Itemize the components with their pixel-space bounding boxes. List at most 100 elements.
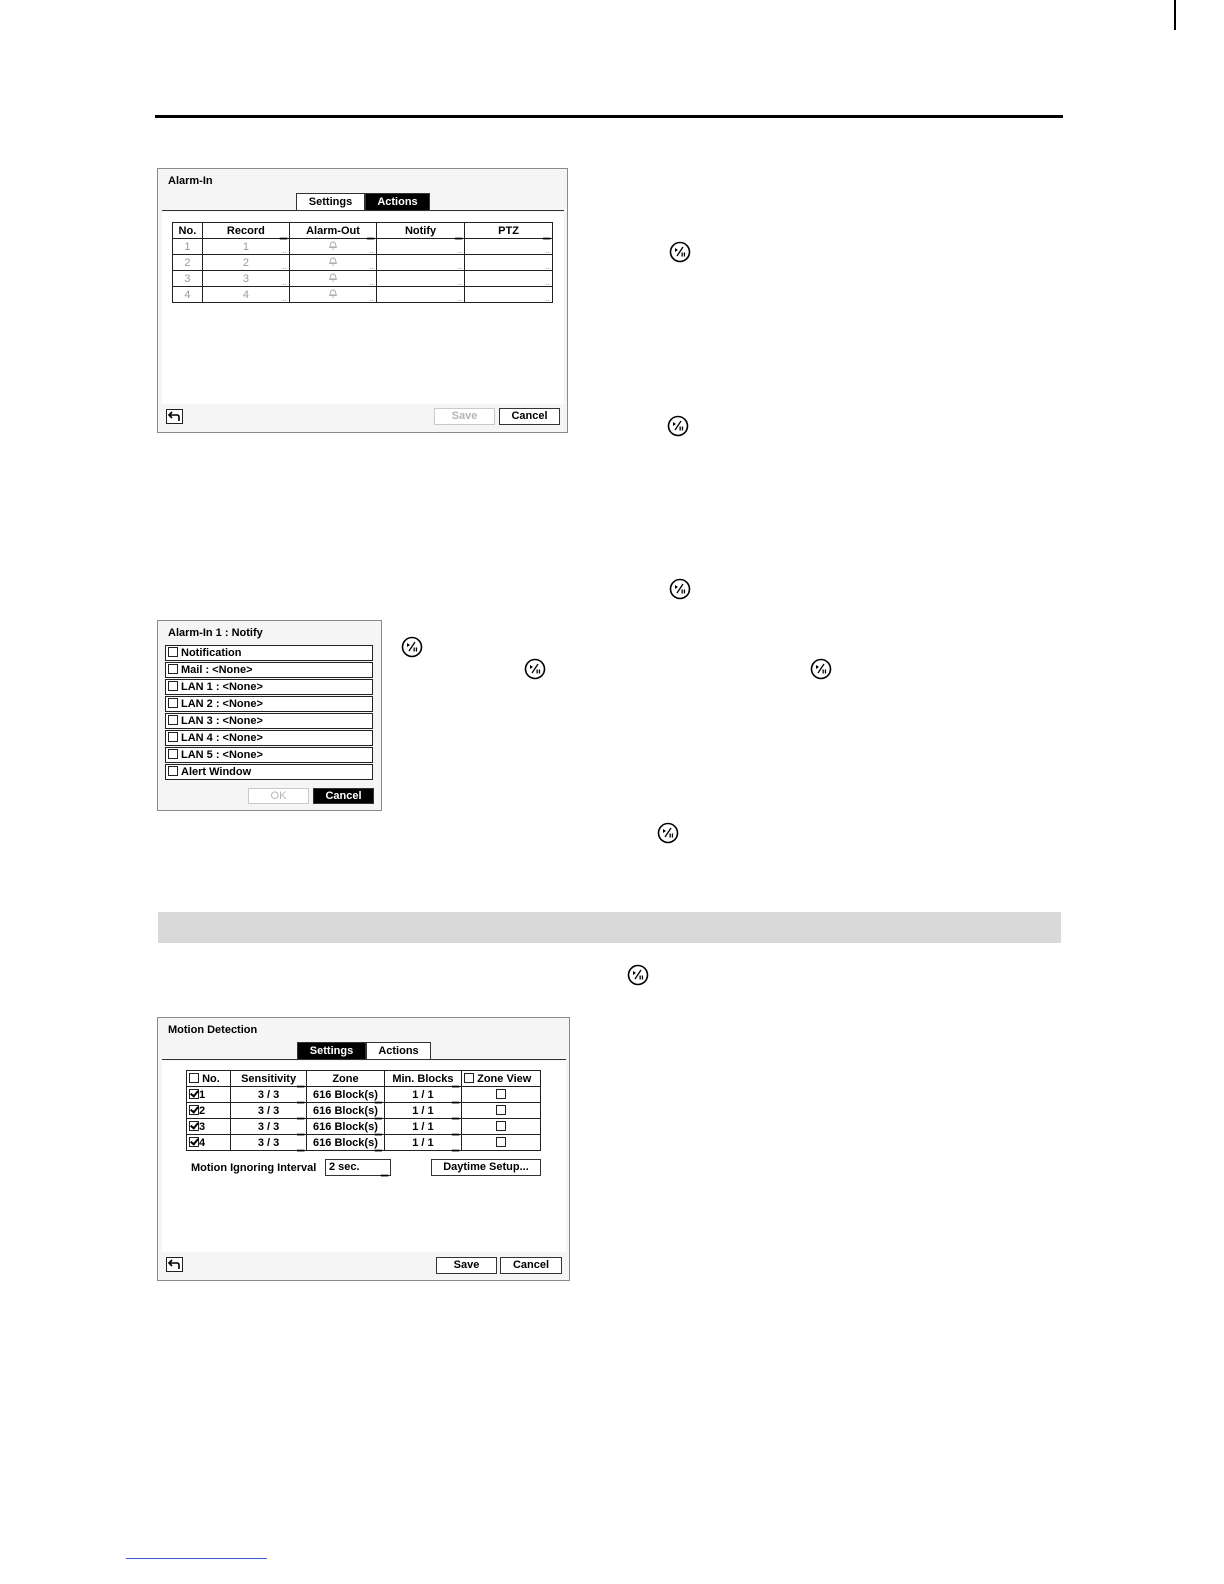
- row-number[interactable]: 4: [185, 1134, 232, 1151]
- tab-actions[interactable]: Actions: [365, 193, 430, 211]
- row-number: 2: [172, 254, 203, 271]
- column-header-min-blocks[interactable]: Min. Blocks ▁: [383, 1070, 463, 1087]
- daytime-setup-button[interactable]: Daytime Setup...: [431, 1159, 541, 1176]
- column-header-alarm-out[interactable]: Alarm-Out ▁: [288, 222, 378, 239]
- record-cell[interactable]: 1..: [201, 238, 290, 255]
- column-header-no[interactable]: No.: [185, 1070, 232, 1087]
- checkbox[interactable]: [189, 1088, 199, 1099]
- cancel-button[interactable]: Cancel: [313, 788, 374, 804]
- checkbox[interactable]: [168, 749, 178, 759]
- zone-cell[interactable]: 616 Block(s) ▁: [306, 1118, 385, 1135]
- zone-view-all-checkbox[interactable]: [464, 1072, 475, 1083]
- back-button[interactable]: [166, 1257, 183, 1272]
- table-row: 3 3.. .. .. ..: [172, 270, 553, 287]
- checkbox[interactable]: [168, 647, 178, 657]
- checkbox[interactable]: [496, 1104, 507, 1115]
- select-all-checkbox[interactable]: [189, 1072, 199, 1083]
- alert-window-option[interactable]: Alert Window: [165, 764, 373, 780]
- lan2-option[interactable]: LAN 2 : <None>: [165, 696, 373, 712]
- dropdown-icon: ▁: [297, 1077, 305, 1087]
- column-header-ptz[interactable]: PTZ ▁: [464, 222, 553, 239]
- checkbox[interactable]: [168, 681, 178, 691]
- alarm-out-cell[interactable]: ..: [288, 286, 378, 303]
- ok-button[interactable]: OK: [248, 788, 309, 804]
- lan3-option[interactable]: LAN 3 : <None>: [165, 713, 373, 729]
- zone-view-cell[interactable]: [461, 1086, 541, 1103]
- notify-cell[interactable]: ..: [376, 286, 466, 303]
- record-cell[interactable]: 2..: [201, 254, 290, 271]
- sensitivity-cell[interactable]: 3 / 3 ▁: [230, 1102, 308, 1119]
- record-cell[interactable]: 3..: [201, 270, 290, 287]
- dropdown-icon: ..: [457, 277, 463, 287]
- ignoring-interval-select[interactable]: 2 sec. ▁: [325, 1159, 391, 1176]
- notification-option[interactable]: Notification: [165, 645, 373, 661]
- mail-option[interactable]: Mail : <None>: [165, 662, 373, 678]
- dropdown-icon: ..: [369, 277, 375, 287]
- dropdown-icon: ..: [457, 261, 463, 271]
- zone-cell[interactable]: 616 Block(s) ▁: [306, 1102, 385, 1119]
- tab-actions[interactable]: Actions: [366, 1042, 431, 1060]
- min-blocks-cell[interactable]: 1 / 1 ▁: [383, 1086, 463, 1103]
- checkbox[interactable]: [168, 766, 178, 776]
- zone-view-cell[interactable]: [461, 1134, 541, 1151]
- save-button[interactable]: Save: [436, 1257, 497, 1274]
- ptz-cell[interactable]: ..: [464, 270, 553, 287]
- zone-cell[interactable]: 616 Block(s) ▁: [306, 1086, 385, 1103]
- dropdown-icon: ▁: [543, 229, 550, 239]
- checkbox[interactable]: [496, 1136, 507, 1147]
- lan1-option[interactable]: LAN 1 : <None>: [165, 679, 373, 695]
- column-header-sensitivity[interactable]: Sensitivity ▁: [230, 1070, 308, 1087]
- column-header-zone-view[interactable]: Zone View: [461, 1070, 541, 1087]
- header-rule: [155, 115, 1063, 118]
- checkbox[interactable]: [189, 1120, 199, 1131]
- checkbox[interactable]: [189, 1104, 199, 1115]
- checkbox[interactable]: [168, 698, 178, 708]
- dropdown-icon: ▁: [297, 1093, 305, 1103]
- alarm-out-cell[interactable]: ..: [288, 270, 378, 287]
- notify-cell[interactable]: ..: [376, 254, 466, 271]
- save-button[interactable]: Save: [434, 408, 495, 425]
- dropdown-icon: ▁: [374, 1141, 382, 1151]
- min-blocks-cell[interactable]: 1 / 1 ▁: [383, 1134, 463, 1151]
- row-number: 4: [172, 286, 203, 303]
- checkbox[interactable]: [496, 1088, 507, 1099]
- alarm-out-cell[interactable]: ..: [288, 254, 378, 271]
- dropdown-icon: ▁: [297, 1141, 305, 1151]
- cancel-button[interactable]: Cancel: [500, 1257, 562, 1274]
- dropdown-icon: ▁: [381, 1166, 388, 1176]
- sensitivity-cell[interactable]: 3 / 3 ▁: [230, 1086, 308, 1103]
- tab-settings[interactable]: Settings: [296, 193, 365, 211]
- checkbox[interactable]: [168, 715, 178, 725]
- column-header-record[interactable]: Record ▁: [201, 222, 290, 239]
- checkbox[interactable]: [496, 1120, 507, 1131]
- column-header-notify[interactable]: Notify ▁: [376, 222, 466, 239]
- ptz-cell[interactable]: ..: [464, 238, 553, 255]
- min-blocks-cell[interactable]: 1 / 1 ▁: [383, 1118, 463, 1135]
- zone-view-cell[interactable]: [461, 1118, 541, 1135]
- checkbox[interactable]: [168, 732, 178, 742]
- sensitivity-cell[interactable]: 3 / 3 ▁: [230, 1118, 308, 1135]
- back-button[interactable]: [166, 409, 183, 424]
- checkbox[interactable]: [189, 1136, 199, 1147]
- dropdown-icon: ..: [457, 293, 463, 303]
- row-number[interactable]: 2: [185, 1102, 232, 1119]
- zone-cell[interactable]: 616 Block(s) ▁: [306, 1134, 385, 1151]
- bell-icon: [329, 289, 337, 298]
- checkbox[interactable]: [168, 664, 178, 674]
- cancel-button[interactable]: Cancel: [499, 408, 560, 425]
- notify-cell[interactable]: ..: [376, 270, 466, 287]
- sensitivity-cell[interactable]: 3 / 3 ▁: [230, 1134, 308, 1151]
- lan4-option[interactable]: LAN 4 : <None>: [165, 730, 373, 746]
- ptz-cell[interactable]: ..: [464, 254, 553, 271]
- record-cell[interactable]: 4..: [201, 286, 290, 303]
- dropdown-icon: ..: [544, 293, 550, 303]
- min-blocks-cell[interactable]: 1 / 1 ▁: [383, 1102, 463, 1119]
- alarm-out-cell[interactable]: ..: [288, 238, 378, 255]
- ptz-cell[interactable]: ..: [464, 286, 553, 303]
- row-number[interactable]: 1: [185, 1086, 232, 1103]
- notify-cell[interactable]: ..: [376, 238, 466, 255]
- tab-settings[interactable]: Settings: [297, 1042, 366, 1060]
- row-number[interactable]: 3: [185, 1118, 232, 1135]
- lan5-option[interactable]: LAN 5 : <None>: [165, 747, 373, 763]
- zone-view-cell[interactable]: [461, 1102, 541, 1119]
